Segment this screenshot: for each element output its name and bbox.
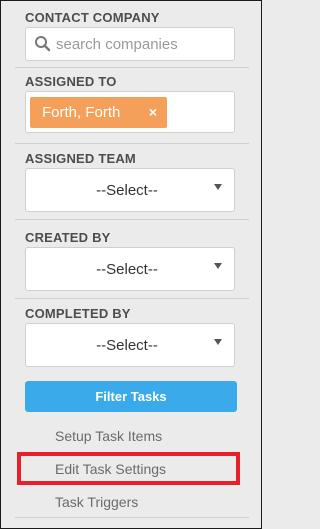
chevron-down-icon <box>214 339 222 345</box>
completed-by-select[interactable]: --Select-- <box>25 323 235 367</box>
chevron-down-icon <box>214 263 222 269</box>
highlight-box <box>17 452 240 485</box>
divider <box>15 67 249 68</box>
search-icon <box>34 35 52 53</box>
assigned-team-select[interactable]: --Select-- <box>25 168 235 212</box>
company-search-input[interactable] <box>56 35 226 53</box>
filter-tasks-button[interactable]: Filter Tasks <box>25 381 237 412</box>
divider <box>15 517 249 518</box>
filter-panel: CONTACT COMPANY ASSIGNED TO Forth, Forth… <box>0 0 262 529</box>
created-by-selected: --Select-- <box>96 260 158 278</box>
assignee-tag-label: Forth, Forth <box>42 104 121 121</box>
completed-by-label: COMPLETED BY <box>25 306 131 321</box>
assigned-team-label: ASSIGNED TEAM <box>25 151 136 166</box>
created-by-label: CREATED BY <box>25 230 111 245</box>
created-by-select[interactable]: --Select-- <box>25 247 235 291</box>
chevron-down-icon <box>214 184 222 190</box>
task-triggers-link[interactable]: Task Triggers <box>55 494 138 510</box>
assigned-to-label: ASSIGNED TO <box>25 74 117 89</box>
divider <box>15 143 249 144</box>
assigned-team-selected: --Select-- <box>96 181 158 199</box>
divider <box>15 219 249 220</box>
assignee-tag: Forth, Forth × <box>30 97 167 128</box>
remove-tag-icon[interactable]: × <box>149 104 157 120</box>
divider <box>15 298 249 299</box>
contact-company-label: CONTACT COMPANY <box>25 10 160 25</box>
setup-task-items-link[interactable]: Setup Task Items <box>55 428 162 444</box>
assigned-to-field[interactable]: Forth, Forth × <box>25 91 235 133</box>
company-search-field[interactable] <box>25 27 235 61</box>
completed-by-selected: --Select-- <box>96 336 158 354</box>
